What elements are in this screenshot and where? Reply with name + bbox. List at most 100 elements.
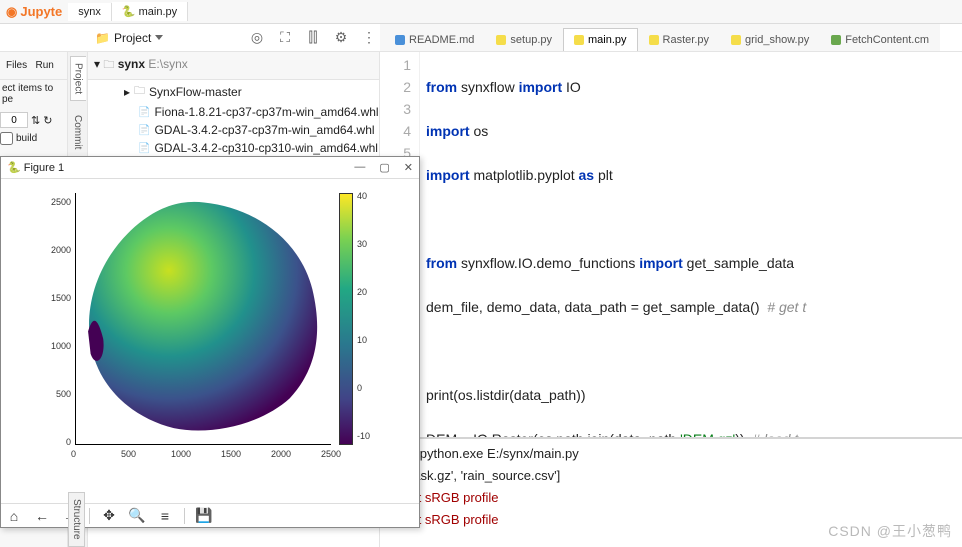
home-icon[interactable]: ⌂ bbox=[5, 507, 23, 525]
x-tick: 500 bbox=[121, 449, 136, 459]
console-line: y310\python.exe E:/synx/main.py bbox=[388, 443, 954, 465]
editor-tab[interactable]: grid_show.py bbox=[720, 28, 820, 51]
build-checkbox[interactable] bbox=[0, 132, 13, 145]
expand-icon[interactable]: ⛶ bbox=[274, 27, 296, 49]
editor-area: 1234567891011 from synxflow import IO im… bbox=[380, 52, 962, 547]
code-editor[interactable]: 1234567891011 from synxflow import IO im… bbox=[380, 52, 962, 437]
locate-icon[interactable]: ◎ bbox=[246, 27, 268, 49]
back-icon[interactable]: ← bbox=[33, 507, 51, 525]
folder-icon: 🗀 bbox=[103, 59, 114, 71]
y-tick: 1500 bbox=[45, 293, 71, 303]
run-label[interactable]: Run bbox=[35, 60, 53, 71]
tree-file[interactable]: 📄Fiona-1.8.21-cp37-cp37m-win_amd64.whl bbox=[88, 103, 379, 121]
save-icon[interactable]: 💾 bbox=[195, 507, 213, 525]
colorbar-tick: 0 bbox=[357, 383, 362, 393]
tab-label: README.md bbox=[409, 34, 474, 46]
y-tick: 2000 bbox=[45, 245, 71, 255]
python-icon: 🐍 bbox=[122, 6, 136, 18]
tab-label: main.py bbox=[588, 34, 627, 46]
file-type-icon bbox=[496, 35, 506, 45]
x-tick: 1500 bbox=[221, 449, 241, 459]
x-tick: 2500 bbox=[321, 449, 341, 459]
figure-icon: 🐍 bbox=[7, 161, 21, 174]
stepper-icon[interactable]: ⇅ bbox=[31, 114, 40, 127]
maximize-icon[interactable]: ▢ bbox=[379, 161, 389, 174]
figure-toolbar: ⌂ ← → ✥ 🔍 ≡ 💾 bbox=[1, 503, 419, 527]
tab-label: setup.py bbox=[510, 34, 552, 46]
tree-root[interactable]: ▾ 🗀 synx E:\synx bbox=[88, 52, 379, 80]
breadcrumb-project[interactable]: synx bbox=[68, 3, 112, 21]
console-line: orrect sRGB profile bbox=[388, 487, 954, 509]
colorbar bbox=[339, 193, 353, 445]
side-tab-structure[interactable]: Structure bbox=[68, 492, 85, 547]
file-type-icon bbox=[395, 35, 405, 45]
separator bbox=[184, 508, 185, 524]
y-tick: 1000 bbox=[45, 341, 71, 351]
file-type-icon bbox=[831, 35, 841, 45]
close-icon[interactable]: ✕ bbox=[404, 161, 413, 174]
y-tick: 2500 bbox=[45, 197, 71, 207]
figure-title: Figure 1 bbox=[24, 162, 64, 174]
colorbar-tick: -10 bbox=[357, 431, 370, 441]
console-line: n_mask.gz', 'rain_source.csv'] bbox=[388, 465, 954, 487]
sync-icon[interactable]: ↻ bbox=[43, 114, 52, 127]
code-lines[interactable]: from synxflow import IO import os import… bbox=[420, 52, 962, 437]
heatmap-raster bbox=[78, 195, 330, 443]
pan-icon[interactable]: ✥ bbox=[100, 507, 118, 525]
side-tab-commit[interactable]: Commit bbox=[70, 109, 85, 155]
project-label: Project bbox=[114, 31, 151, 45]
chevron-down-icon bbox=[155, 35, 163, 40]
zoom-icon[interactable]: 🔍 bbox=[128, 507, 146, 525]
figure-canvas: 40 30 20 10 0 -10 2500 2000 1500 1000 500 0 0 500 10… bbox=[1, 179, 419, 503]
y-tick: 0 bbox=[45, 437, 71, 447]
colorbar-tick: 30 bbox=[357, 239, 367, 249]
file-type-icon bbox=[731, 35, 741, 45]
separator bbox=[89, 508, 90, 524]
editor-tab[interactable]: main.py bbox=[563, 28, 638, 51]
toolbar: 📁 Project ◎ ⛶ ⫿⫿ ⚙ ⋮ README.md setup.py ma… bbox=[0, 24, 962, 52]
figure-titlebar[interactable]: 🐍 Figure 1 — ▢ ✕ bbox=[1, 157, 419, 179]
num-input[interactable] bbox=[0, 112, 28, 128]
tab-label: FetchContent.cm bbox=[845, 34, 929, 46]
menu-icon[interactable]: ⋮ bbox=[358, 27, 380, 49]
file-type-icon bbox=[574, 35, 584, 45]
config-icon[interactable]: ≡ bbox=[156, 507, 174, 525]
editor-tab[interactable]: Raster.py bbox=[638, 28, 720, 51]
file-icon: 📄 bbox=[138, 143, 150, 154]
folder-icon: 📁 bbox=[95, 31, 110, 45]
colorbar-tick: 10 bbox=[357, 335, 367, 345]
folder-icon: 🗀 bbox=[134, 82, 145, 101]
project-dropdown[interactable]: 📁 Project bbox=[95, 31, 163, 45]
x-tick: 1000 bbox=[171, 449, 191, 459]
minimize-icon[interactable]: — bbox=[354, 161, 365, 174]
editor-tab-bar: README.md setup.py main.py Raster.py grid_sh… bbox=[380, 24, 940, 52]
tree-file[interactable]: 📄GDAL-3.4.2-cp37-cp37m-win_amd64.whl bbox=[88, 121, 379, 139]
y-tick: 500 bbox=[45, 389, 71, 399]
jupyter-logo: Jupyte bbox=[0, 4, 68, 20]
select-hint: ect items to pe bbox=[0, 80, 67, 108]
watermark: CSDN @王小葱鸭 bbox=[828, 521, 952, 541]
colorbar-tick: 20 bbox=[357, 287, 367, 297]
file-icon: 📄 bbox=[138, 107, 150, 118]
colorbar-tick: 40 bbox=[357, 191, 367, 201]
split-icon[interactable]: ⫿⫿ bbox=[302, 27, 324, 49]
x-tick: 0 bbox=[71, 449, 76, 459]
gear-icon[interactable]: ⚙ bbox=[330, 27, 352, 49]
build-label: build bbox=[16, 133, 37, 144]
editor-tab[interactable]: README.md bbox=[384, 28, 485, 51]
side-tab-project[interactable]: Project bbox=[70, 56, 86, 101]
figure-window[interactable]: 🐍 Figure 1 — ▢ ✕ bbox=[0, 156, 420, 528]
x-tick: 2000 bbox=[271, 449, 291, 459]
title-bar: Jupyte synx 🐍 main.py bbox=[0, 0, 962, 24]
tree-file[interactable]: 📄GDAL-3.4.2-cp310-cp310-win_amd64.whl bbox=[88, 139, 379, 157]
editor-tab[interactable]: setup.py bbox=[485, 28, 563, 51]
tab-label: grid_show.py bbox=[745, 34, 809, 46]
editor-tab[interactable]: FetchContent.cm bbox=[820, 28, 940, 51]
file-icon: 📄 bbox=[138, 125, 150, 136]
plot-axes bbox=[75, 193, 331, 445]
tab-label: Raster.py bbox=[663, 34, 709, 46]
breadcrumb-file[interactable]: 🐍 main.py bbox=[112, 2, 188, 21]
tree-folder[interactable]: ▸ 🗀 SynxFlow-master bbox=[88, 80, 379, 103]
files-label[interactable]: Files bbox=[6, 60, 27, 71]
file-type-icon bbox=[649, 35, 659, 45]
